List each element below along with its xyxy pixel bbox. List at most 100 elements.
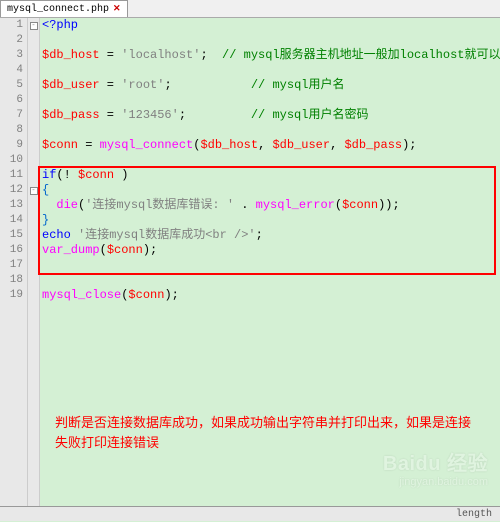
code-line[interactable] [42,258,500,273]
token: ); [143,243,157,257]
code-line[interactable]: mysql_close($conn); [42,288,500,303]
token: $db_host [42,48,100,62]
code-line[interactable]: <?php [42,18,500,33]
watermark: Baidu 经验 jingyan.baidu.com [383,447,488,488]
line-number: 9 [0,138,23,153]
code-line[interactable]: { [42,183,500,198]
line-number: 13 [0,198,23,213]
line-number: 1 [0,18,23,33]
token: ( [335,198,342,212]
line-number: 5 [0,78,23,93]
token: $conn [128,288,164,302]
token: ; [200,48,222,62]
token [71,228,78,242]
line-number: 18 [0,273,23,288]
line-number: 16 [0,243,23,258]
token: die [56,198,78,212]
line-number: 10 [0,153,23,168]
token: echo [42,228,71,242]
line-number: 15 [0,228,23,243]
token: // mysql用户名 [251,78,345,92]
token: ; [256,228,263,242]
line-number: 4 [0,63,23,78]
token: (! [56,168,78,182]
token: $db_pass [42,108,100,122]
token: ; [179,108,251,122]
fold-toggle-icon[interactable]: - [30,187,38,195]
token [42,198,56,212]
token: $db_host [200,138,258,152]
token: '连接mysql数据库错误: ' [85,198,234,212]
watermark-brand: Baidu 经验 [383,447,488,476]
status-bar: length [0,506,500,521]
token: $conn [342,198,378,212]
line-number: 2 [0,33,23,48]
token: if [42,168,56,182]
token: } [42,213,49,227]
line-number: 6 [0,93,23,108]
token: // mysql服务器主机地址一般加localhost就可以 [222,48,500,62]
token: $conn [78,168,114,182]
line-number-gutter: 12345678910111213141516171819 [0,18,28,506]
token: 'root' [121,78,164,92]
token: mysql_connect [100,138,194,152]
code-line[interactable] [42,63,500,78]
code-line[interactable]: $db_user = 'root'; // mysql用户名 [42,78,500,93]
token: $conn [107,243,143,257]
code-line[interactable] [42,273,500,288]
token: = [100,108,122,122]
token: $db_pass [344,138,402,152]
code-line[interactable]: } [42,213,500,228]
token: , [330,138,344,152]
token: $db_user [272,138,330,152]
token: '连接mysql数据库成功<br />' [78,228,256,242]
token: mysql_error [256,198,335,212]
token: mysql_close [42,288,121,302]
line-number: 7 [0,108,23,123]
fold-column: -- [28,18,40,506]
tab-filename: mysql_connect.php [7,4,109,15]
token: = [100,48,122,62]
token: // mysql用户名密码 [251,108,369,122]
fold-toggle-icon[interactable]: - [30,22,38,30]
code-line[interactable] [42,93,500,108]
code-line[interactable]: die('连接mysql数据库错误: ' . mysql_error($conn… [42,198,500,213]
line-number: 19 [0,288,23,303]
code-line[interactable] [42,123,500,138]
line-number: 3 [0,48,23,63]
code-line[interactable]: var_dump($conn); [42,243,500,258]
token: { [42,183,49,197]
code-line[interactable]: echo '连接mysql数据库成功<br />'; [42,228,500,243]
close-icon[interactable]: ✕ [113,4,121,14]
token: . [234,198,256,212]
token: ); [164,288,178,302]
token: ); [402,138,416,152]
code-editor[interactable]: 12345678910111213141516171819 -- <?php$d… [0,18,500,506]
code-line[interactable]: $conn = mysql_connect($db_host, $db_user… [42,138,500,153]
line-number: 14 [0,213,23,228]
token: 'localhost' [121,48,200,62]
token: , [258,138,272,152]
code-line[interactable] [42,153,500,168]
token: = [78,138,100,152]
line-number: 17 [0,258,23,273]
line-number: 8 [0,123,23,138]
watermark-url: jingyan.baidu.com [383,476,488,488]
status-length-label: length [456,509,492,520]
line-number: 11 [0,168,23,183]
token: ; [164,78,250,92]
code-line[interactable]: $db_pass = '123456'; // mysql用户名密码 [42,108,500,123]
token: $db_user [42,78,100,92]
token: = [100,78,122,92]
token: )); [378,198,400,212]
tab-bar: mysql_connect.php ✕ [0,0,500,18]
code-line[interactable] [42,33,500,48]
token: '123456' [121,108,179,122]
line-number: 12 [0,183,23,198]
code-line[interactable]: if(! $conn ) [42,168,500,183]
token: ) [114,168,128,182]
file-tab[interactable]: mysql_connect.php ✕ [0,0,128,17]
code-line[interactable]: $db_host = 'localhost'; // mysql服务器主机地址一… [42,48,500,63]
token: var_dump [42,243,100,257]
token: $conn [42,138,78,152]
